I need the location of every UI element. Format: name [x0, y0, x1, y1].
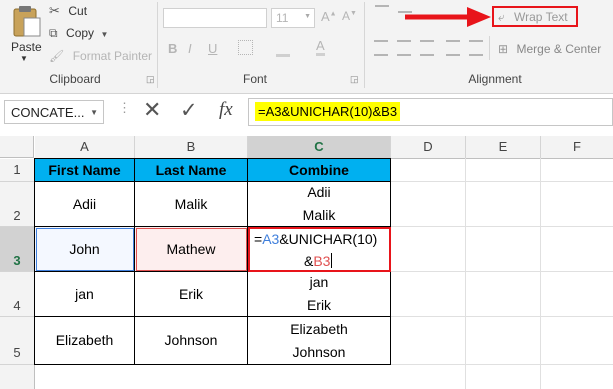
header-first-name[interactable]: First Name — [35, 159, 135, 182]
formula-bar: CONCATE... ▼ ⋮ ✕ ✓ fx =A3&UNICHAR(10)&B3 — [0, 96, 613, 128]
enter-check-icon[interactable]: ✓ — [180, 98, 198, 123]
combine-line-2: Erik — [306, 297, 332, 313]
shrink-font-icon[interactable]: A▼ — [342, 9, 357, 23]
combine-line-1: jan — [309, 274, 329, 290]
wrap-text-button[interactable]: ⤶ Wrap Text — [492, 6, 578, 27]
col-header-a[interactable]: A — [35, 136, 135, 159]
cell-first-name[interactable]: Elizabeth — [35, 317, 135, 365]
row-header-1[interactable]: 1 — [0, 159, 35, 182]
left-align-icon[interactable] — [374, 40, 388, 56]
cell-combine[interactable]: Adii Malik — [248, 182, 391, 227]
cut-button[interactable]: ✂ Cut — [49, 2, 87, 20]
edit-line-1: =A3&UNICHAR(10) — [254, 231, 377, 247]
top-align-icon[interactable] — [375, 5, 389, 19]
cell-combine[interactable]: Elizabeth Johnson — [248, 317, 391, 365]
more-dots-icon: ⋮ — [118, 100, 131, 115]
cell-last-name[interactable]: Johnson — [135, 317, 248, 365]
increase-indent-icon[interactable] — [469, 40, 483, 56]
copy-button[interactable]: ⧉ Copy ▼ — [49, 24, 108, 42]
formula-ref-b3: B3 — [313, 253, 331, 269]
font-name-box[interactable] — [163, 8, 267, 28]
format-painter-label: Format Painter — [72, 49, 153, 63]
cell-last-name[interactable]: Malik — [135, 182, 248, 227]
ribbon: Paste ▼ ✂ Cut ⧉ Copy ▼ 🖌 Format Painter … — [0, 0, 613, 94]
chevron-down-icon: ▼ — [20, 54, 28, 63]
header-last-name[interactable]: Last Name — [135, 159, 248, 182]
chevron-down-icon: ▼ — [100, 30, 109, 39]
cell-combine-editing[interactable]: =A3&UNICHAR(10) &B3 — [248, 227, 391, 272]
cell-last-name-ref[interactable]: Mathew — [135, 227, 248, 272]
format-painter-icon: 🖌 — [49, 49, 65, 63]
select-all-corner[interactable] — [0, 136, 34, 158]
row-header-2[interactable]: 2 — [0, 182, 35, 227]
dialog-launcher-icon[interactable]: ◲ — [146, 74, 155, 85]
cell-first-name-ref[interactable]: John — [35, 227, 135, 272]
scissors-icon: ✂ — [49, 3, 60, 18]
col-header-c[interactable]: C — [248, 136, 391, 160]
combine-line-1: Adii — [307, 184, 331, 200]
col-header-b[interactable]: B — [135, 136, 248, 159]
dialog-launcher-icon[interactable]: ◲ — [350, 74, 359, 85]
cell-last-name[interactable]: Erik — [135, 272, 248, 317]
cell-first-name[interactable]: Adii — [35, 182, 135, 227]
row-header-3[interactable]: 3 — [0, 227, 36, 272]
borders-icon[interactable] — [238, 40, 253, 55]
text-cursor — [331, 253, 333, 268]
formula-eq: = — [254, 231, 263, 247]
row-header-5[interactable]: 5 — [0, 317, 35, 365]
merge-icon: ⊞ — [498, 42, 509, 56]
chevron-down-icon: ▼ — [90, 108, 98, 117]
cancel-x-icon[interactable]: ✕ — [143, 97, 161, 123]
paste-button[interactable]: Paste ▼ — [6, 4, 46, 66]
italic-button[interactable]: I — [188, 41, 192, 56]
edit-line-2: &B3 — [304, 253, 333, 269]
font-color-icon[interactable]: A — [316, 38, 325, 56]
row-header-4[interactable]: 4 — [0, 272, 35, 317]
fill-color-icon[interactable] — [276, 40, 290, 57]
bold-button[interactable]: B — [168, 41, 177, 56]
name-box-value: CONCATE... — [11, 105, 85, 120]
chevron-down-icon: ▼ — [304, 13, 311, 20]
col-header-d[interactable]: D — [391, 136, 466, 159]
insert-function-icon[interactable]: fx — [219, 99, 233, 121]
combine-line-2: Malik — [302, 207, 336, 223]
copy-label: Copy — [66, 26, 95, 40]
alignment-group-label: Alignment — [468, 72, 522, 86]
font-size-value: 11 — [276, 11, 289, 25]
font-group-label: Font — [242, 72, 267, 86]
wrap-text-label: Wrap Text — [514, 10, 568, 24]
paste-icon — [13, 6, 41, 37]
row-header-6-partial — [0, 365, 35, 389]
font-size-box[interactable]: 11 ▼ — [271, 8, 315, 28]
wrap-text-icon: ⤶ — [498, 10, 505, 24]
red-arrow-annotation — [405, 7, 491, 27]
formula-ref-a3: A3 — [262, 231, 280, 247]
paste-label: Paste — [11, 40, 42, 54]
merge-center-button[interactable]: ⊞ Merge & Center — [498, 40, 601, 58]
cut-label: Cut — [68, 4, 88, 18]
center-align-icon[interactable] — [397, 40, 411, 56]
name-box[interactable]: CONCATE... ▼ — [4, 100, 104, 124]
formula-unichar: &UNICHAR(10) — [279, 231, 378, 247]
right-align-icon[interactable] — [420, 40, 434, 56]
header-combine[interactable]: Combine — [248, 159, 391, 182]
grow-font-icon[interactable]: A▲ — [321, 9, 337, 24]
merge-center-label: Merge & Center — [516, 42, 602, 56]
formula-text: =A3&UNICHAR(10)&B3 — [255, 102, 401, 121]
copy-icon: ⧉ — [49, 26, 58, 40]
cell-combine[interactable]: jan Erik — [248, 272, 391, 317]
clipboard-group-label: Clipboard — [49, 72, 101, 86]
combine-line-1: Elizabeth — [290, 320, 348, 337]
formula-input[interactable]: =A3&UNICHAR(10)&B3 — [248, 98, 613, 126]
decrease-indent-icon[interactable] — [446, 40, 460, 56]
format-painter-button[interactable]: 🖌 Format Painter — [49, 47, 152, 65]
combine-line-2: Johnson — [292, 343, 346, 360]
cell-first-name[interactable]: jan — [35, 272, 135, 317]
underline-button[interactable]: U — [208, 41, 217, 56]
formula-amp: & — [304, 253, 314, 269]
col-header-e[interactable]: E — [466, 136, 541, 159]
col-header-f[interactable]: F — [541, 136, 613, 159]
